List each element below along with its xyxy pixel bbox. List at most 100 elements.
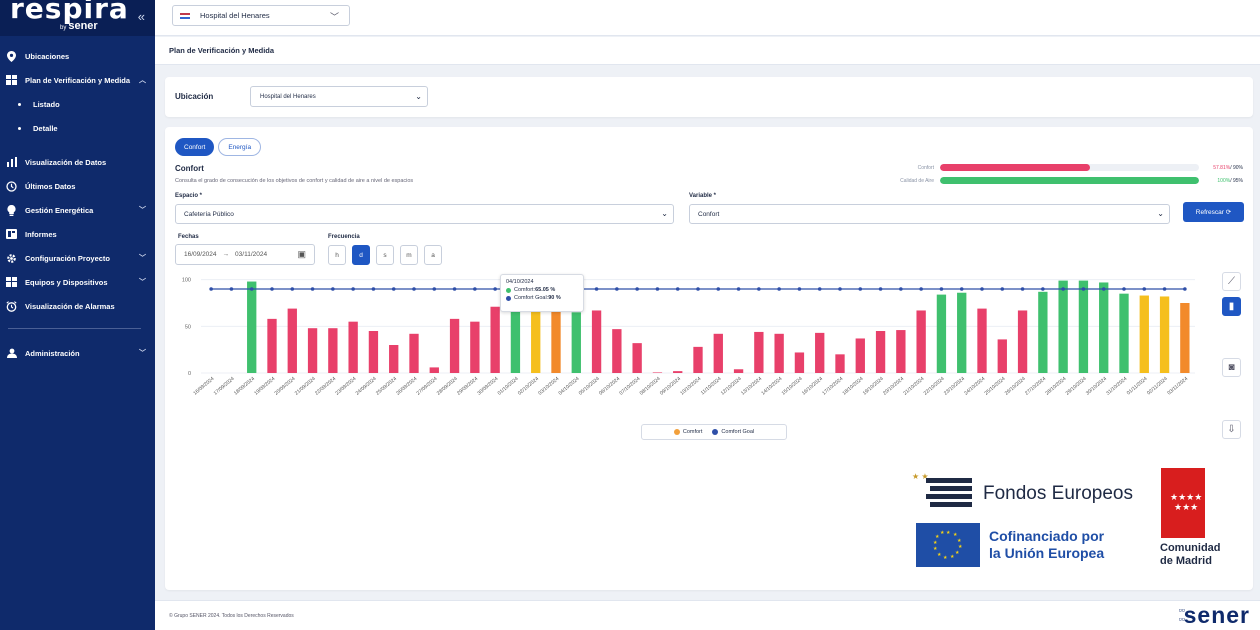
freq-year-button[interactable]: a [424, 245, 442, 265]
goal-point [432, 287, 437, 291]
tab-bar: Confort Energía [175, 138, 265, 156]
chart-tooltip: 04/10/2024 Comfort: 65.05 % Comfort Goal… [500, 274, 584, 312]
goal-point [838, 287, 842, 291]
freq-month-button[interactable]: m [400, 245, 418, 265]
variable-select-value: Confort [698, 211, 720, 218]
location-select-value: Hospital del Henares [260, 94, 316, 100]
freq-hour-button[interactable]: h [328, 245, 346, 265]
screenshot-button[interactable]: ◙ [1222, 358, 1241, 377]
goal-point [1000, 287, 1005, 291]
x-tick-label: 22/10/2024 [923, 376, 946, 397]
bar [977, 308, 987, 373]
freq-week-button[interactable]: s [376, 245, 394, 265]
sidebar-item-informes[interactable]: Informes [0, 222, 155, 246]
x-tick-label: 23/09/2024 [334, 376, 357, 397]
sidebar-item-ultimos-datos[interactable]: Últimos Datos [0, 174, 155, 198]
legend-item-comfort-goal[interactable]: Comfort Goal [712, 429, 754, 435]
sidebar-item-label: Últimos Datos [25, 181, 76, 191]
progress-track [940, 177, 1199, 184]
space-select[interactable]: Cafetería Público ⌄ [175, 204, 674, 224]
x-tick-label: 30/09/2024 [476, 376, 499, 397]
sidebar-item-equipos-dispositivos[interactable]: Equipos y Dispositivos ﹀ [0, 270, 155, 294]
progress-confort: Confort 57.81%/ 90% [890, 164, 1243, 171]
goal-point [939, 287, 944, 291]
sidebar-item-plan-verificacion[interactable]: Plan de Verificación y Medida ︿ [0, 68, 155, 92]
progress-calidad-aire: Calidad de Aire 100%/ 95% [890, 177, 1243, 184]
svg-text:★: ★ [933, 546, 938, 552]
x-tick-label: 26/09/2024 [395, 376, 418, 397]
goal-point [757, 287, 761, 291]
bar [673, 371, 683, 373]
svg-text:★: ★ [955, 550, 960, 556]
location-select[interactable]: Hospital del Henares ⌄ [250, 86, 428, 107]
line-chart-toggle[interactable]: ⟋ [1222, 272, 1241, 291]
calendar-icon: ▣ [297, 249, 306, 259]
bar [307, 328, 318, 373]
bar [449, 318, 460, 373]
bar [794, 352, 805, 373]
bar [896, 330, 906, 373]
sidebar-item-configuracion-proyecto[interactable]: Configuración Proyecto ﹀ [0, 246, 155, 270]
goal-point [371, 287, 376, 291]
bar [1078, 280, 1089, 373]
chevron-down-icon: ﹀ [139, 207, 146, 214]
svg-text:★★★: ★★★ [1174, 502, 1198, 512]
svg-text:★★★★: ★★★★ [1170, 492, 1202, 502]
x-tick-label: 11/10/2024 [700, 376, 723, 397]
bar [612, 329, 622, 373]
refresh-button[interactable]: Refrescar ⟳ [1183, 202, 1244, 222]
x-tick-label: 15/10/2024 [781, 376, 804, 397]
x-tick-label: 30/10/2024 [1085, 376, 1108, 397]
hospital-selector[interactable]: Hospital del Henares ﹀ [172, 5, 350, 26]
x-tick-label: 23/10/2024 [943, 376, 966, 397]
goal-point [1041, 287, 1045, 291]
bar-chart-icon: ▮ [1222, 297, 1241, 316]
y-tick-label: 100 [182, 278, 191, 284]
sidebar: respira by sener « Ubicaciones Plan de Ve… [0, 0, 155, 630]
sidebar-item-administracion[interactable]: Administración ﹀ [0, 341, 155, 365]
legend-item-comfort[interactable]: Comfort [673, 429, 702, 435]
collapse-sidebar-button[interactable]: « [138, 9, 145, 24]
tab-energia[interactable]: Energía [218, 138, 262, 156]
app-logo: respira by sener « [0, 0, 155, 36]
sidebar-subitem-listado[interactable]: Listado [0, 92, 155, 116]
progress-fill [940, 164, 1090, 171]
sidebar-item-ubicaciones[interactable]: Ubicaciones [0, 44, 155, 68]
sidebar-item-visualizacion-alarmas[interactable]: Visualización de Alarmas [0, 294, 155, 318]
sidebar-item-label: Configuración Proyecto [25, 253, 111, 263]
bar [531, 309, 541, 373]
freq-day-button[interactable]: d [352, 245, 370, 265]
bar [733, 369, 744, 373]
goal-point [209, 287, 213, 291]
copyright-text: © Grupo SENER 2024. Todos los Derechos R… [169, 613, 294, 619]
sidebar-item-gestion-energetica[interactable]: Gestión Energética ﹀ [0, 198, 155, 222]
goal-point [959, 287, 964, 291]
tab-confort[interactable]: Confort [175, 138, 215, 156]
arrow-right-icon: → [222, 251, 230, 258]
x-tick-label: 28/09/2024 [436, 376, 459, 397]
alarm-icon [6, 300, 17, 312]
sidebar-subitem-detalle[interactable]: Detalle [0, 116, 155, 140]
bar [632, 343, 642, 373]
bar-chart-toggle[interactable]: ▮ [1222, 297, 1241, 316]
clock-icon [6, 180, 17, 192]
bar [429, 367, 439, 373]
bar [470, 321, 480, 373]
dates-label: Fechas [178, 234, 199, 240]
goal-point [817, 287, 822, 291]
bullet-icon [18, 126, 21, 130]
x-tick-label: 28/10/2024 [1044, 376, 1067, 397]
x-tick-label: 20/10/2024 [882, 376, 905, 397]
variable-select[interactable]: Confort ⌄ [689, 204, 1170, 224]
spacer [0, 140, 155, 150]
x-tick-label: 24/09/2024 [355, 376, 378, 397]
brand-by: by sener [60, 20, 98, 32]
sidebar-item-visualizacion-datos[interactable]: Visualización de Datos [0, 150, 155, 174]
x-tick-label: 25/10/2024 [984, 376, 1007, 397]
goal-point [716, 287, 721, 291]
frequency-label: Frecuencia [328, 234, 360, 240]
download-button[interactable]: ⇩ [1222, 420, 1241, 439]
progress-value: 100%/ 95% [1217, 177, 1243, 184]
bar [267, 318, 277, 373]
date-range-picker[interactable]: 16/09/2024 → 03/11/2024 ▣ [175, 244, 315, 265]
